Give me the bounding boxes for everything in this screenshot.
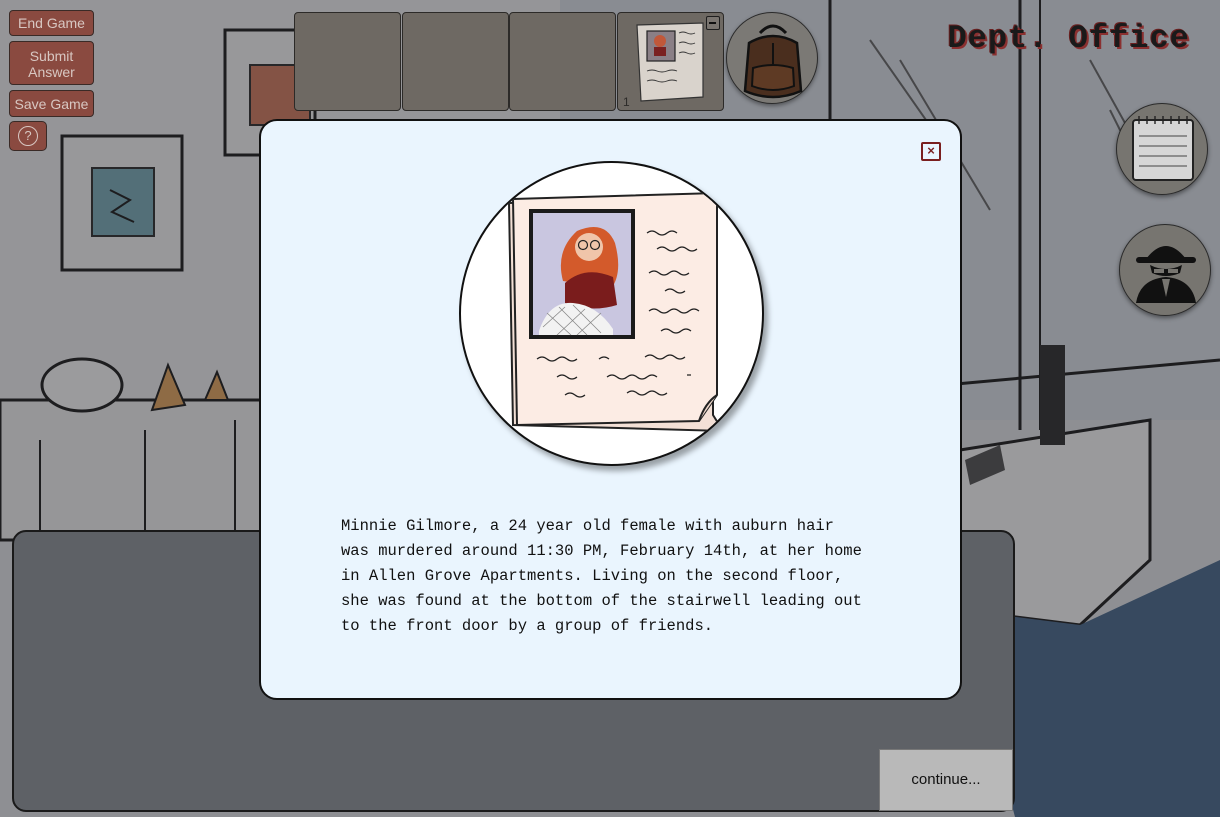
detective-icon (1136, 246, 1196, 303)
notebook-icon (1132, 116, 1194, 181)
save-game-button[interactable]: Save Game (9, 90, 94, 117)
notebook-button[interactable] (1116, 103, 1208, 195)
item-count: 1 (623, 95, 630, 109)
evidence-image (459, 161, 764, 466)
inventory-slot[interactable] (402, 12, 509, 111)
backpack-icon (743, 24, 803, 99)
help-icon: ? (18, 126, 38, 146)
detective-button[interactable] (1119, 224, 1211, 316)
backpack-button[interactable] (726, 12, 818, 104)
help-button[interactable]: ? (9, 121, 47, 151)
inventory-slot-victim-file[interactable]: 1 (617, 12, 724, 111)
victim-file-icon (507, 191, 725, 433)
minimize-icon[interactable] (706, 16, 720, 30)
end-game-button[interactable]: End Game (9, 10, 94, 36)
close-icon[interactable]: × (921, 142, 941, 161)
location-title: Dept. Office (947, 20, 1190, 57)
victim-file-thumbnail-icon (636, 22, 704, 102)
evidence-modal: × Minnie Gilmore, a 24 year old female w… (259, 119, 962, 700)
inventory-slot[interactable] (509, 12, 616, 111)
continue-button[interactable]: continue... (879, 749, 1013, 811)
inventory-slot[interactable] (294, 12, 401, 111)
evidence-description: Minnie Gilmore, a 24 year old female wit… (341, 517, 862, 635)
submit-answer-button[interactable]: Submit Answer (9, 41, 94, 85)
